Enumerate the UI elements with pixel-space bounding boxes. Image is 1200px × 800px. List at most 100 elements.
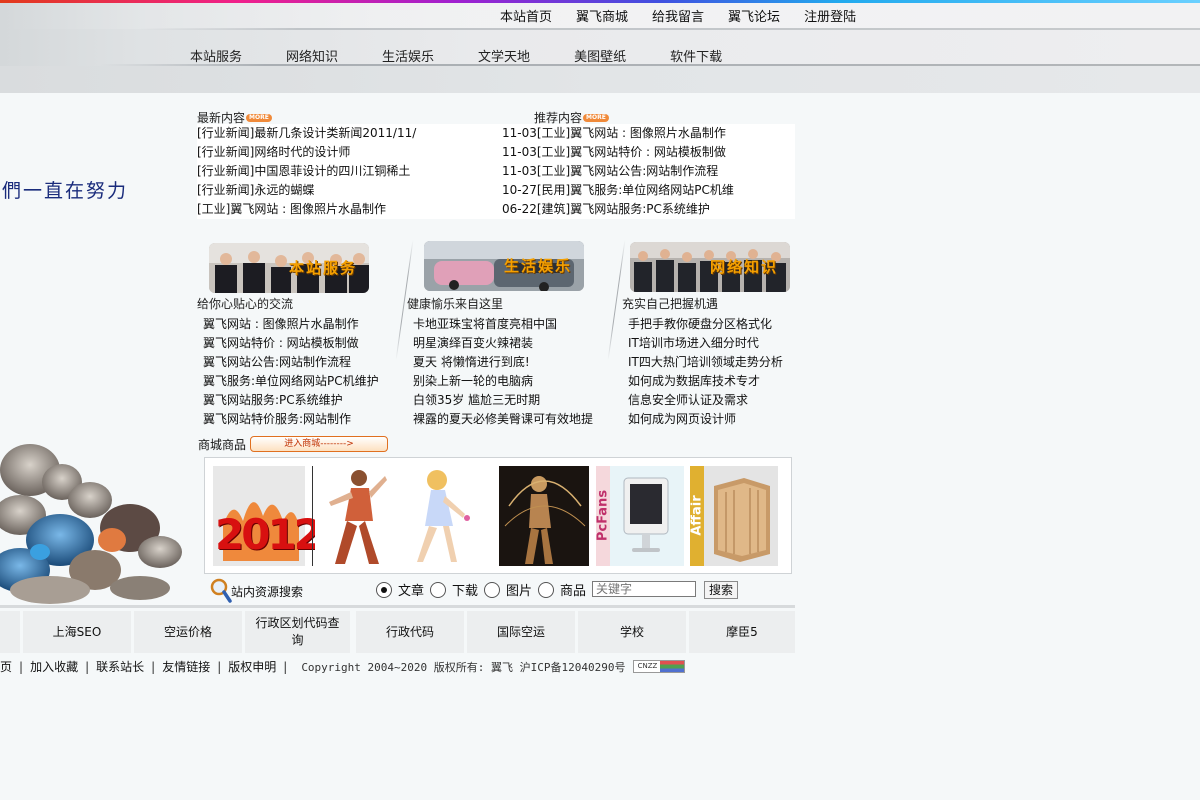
- main-nav-life[interactable]: 生活娱乐: [382, 46, 434, 65]
- slogan-text: 們一直在努力: [2, 180, 129, 202]
- item-title: [民用]翼飞服务:单位网络网站PC机维: [536, 183, 734, 197]
- top-nav-mall[interactable]: 翼飞商城: [576, 6, 628, 25]
- list-item[interactable]: 如何成为数据库技术专才: [628, 372, 783, 391]
- list-item[interactable]: [行业新闻]最新几条设计类新闻2011/11/: [197, 124, 502, 143]
- product-thumb[interactable]: 2012: [213, 466, 323, 566]
- search-input[interactable]: [592, 581, 696, 597]
- category-banner-network[interactable]: 网络知识: [630, 242, 790, 292]
- category-banner-life[interactable]: 生活娱乐: [424, 241, 584, 291]
- friend-link[interactable]: 空运价格: [134, 611, 242, 653]
- item-title: [工业]翼飞网站特价 : 网站模板制做: [536, 145, 726, 159]
- top-nav-register-login[interactable]: 注册登陆: [804, 6, 856, 25]
- thumb-divider: [312, 466, 313, 566]
- list-item[interactable]: [行业新闻]中国恩菲设计的四川江铜稀土: [197, 162, 502, 181]
- item-title: [工业]翼飞网站公告:网站制作流程: [536, 164, 719, 178]
- search-option-image[interactable]: 图片: [484, 580, 532, 599]
- affair-text: Affair: [689, 495, 705, 536]
- product-thumb[interactable]: [499, 466, 589, 566]
- item-date: 10-27: [502, 183, 537, 197]
- footer-separator: |: [85, 659, 90, 674]
- product-thumb[interactable]: [403, 466, 491, 566]
- radio-icon: [538, 581, 554, 598]
- latest-more-button[interactable]: MORE: [246, 113, 272, 122]
- list-item[interactable]: 翼飞网站特价服务:网站制作: [203, 410, 379, 429]
- header-divider: [140, 28, 1200, 30]
- list-item[interactable]: [行业新闻]网络时代的设计师: [197, 143, 502, 162]
- list-item[interactable]: 10-27[民用]翼飞服务:单位网络网站PC机维: [502, 181, 795, 200]
- list-item[interactable]: 翼飞网站服务:PC系统维护: [203, 391, 379, 410]
- item-date: 11-03: [502, 126, 537, 140]
- list-item[interactable]: IT培训市场进入细分时代: [628, 334, 783, 353]
- category-banner-services[interactable]: 本站服务: [209, 243, 369, 293]
- product-thumb[interactable]: [315, 466, 399, 566]
- list-item[interactable]: 翼飞网站特价 : 网站模板制做: [203, 334, 379, 353]
- list-item[interactable]: 如何成为网页设计师: [628, 410, 783, 429]
- main-nav: 本站服务 网络知识 生活娱乐 文学天地 美图壁纸 软件下载: [190, 46, 722, 65]
- top-nav-forum[interactable]: 翼飞论坛: [728, 6, 780, 25]
- cnzz-bars-icon: [660, 661, 685, 672]
- list-item[interactable]: 11-03[工业]翼飞网站特价 : 网站模板制做: [502, 143, 795, 162]
- enter-shop-button[interactable]: 进入商城-------->: [250, 436, 388, 452]
- friend-link[interactable]: 行政代码: [356, 611, 464, 653]
- search-option-download[interactable]: 下载: [430, 580, 478, 599]
- main-nav-wallpaper[interactable]: 美图壁纸: [574, 46, 626, 65]
- list-item[interactable]: IT四大热门培训领域走势分析: [628, 353, 783, 372]
- product-thumb[interactable]: Affair: [690, 466, 778, 566]
- list-item[interactable]: 白领35岁 尴尬三无时期: [413, 391, 593, 410]
- search-button[interactable]: 搜索: [704, 581, 738, 599]
- top-nav: 本站首页 翼飞商城 给我留言 翼飞论坛 注册登陆: [500, 6, 856, 25]
- content-divider: [0, 605, 795, 608]
- main-nav-software[interactable]: 软件下载: [670, 46, 722, 65]
- list-item[interactable]: 明星演绎百变火辣裙装: [413, 334, 593, 353]
- friend-link[interactable]: [0, 611, 20, 653]
- product-gallery: 2012 PcFans Affair: [204, 457, 792, 574]
- footer-link-contact[interactable]: 联系站长: [96, 658, 144, 675]
- list-item[interactable]: 别染上新一轮的电脑病: [413, 372, 593, 391]
- footer-separator: |: [19, 659, 24, 674]
- friend-link[interactable]: 上海SEO: [23, 611, 131, 653]
- list-item[interactable]: 信息安全师认证及需求: [628, 391, 783, 410]
- list-item[interactable]: 11-03[工业]翼飞网站 : 图像照片水晶制作: [502, 124, 795, 143]
- list-item[interactable]: 卡地亚珠宝将首度亮相中国: [413, 315, 593, 334]
- list-item[interactable]: 手把手教你硬盘分区格式化: [628, 315, 783, 334]
- category-subtitle: 给你心贴心的交流: [197, 297, 294, 311]
- main-nav-services[interactable]: 本站服务: [190, 46, 242, 65]
- list-item[interactable]: [工业]翼飞网站 : 图像照片水晶制作: [197, 200, 502, 219]
- friend-link[interactable]: 行政区划代码查询: [245, 611, 350, 653]
- footer-separator: |: [283, 659, 288, 674]
- main-nav-literature[interactable]: 文学天地: [478, 46, 530, 65]
- recommend-list: 11-03[工业]翼飞网站 : 图像照片水晶制作 11-03[工业]翼飞网站特价…: [502, 124, 795, 219]
- recommend-more-button[interactable]: MORE: [583, 113, 609, 122]
- top-nav-guestbook[interactable]: 给我留言: [652, 6, 704, 25]
- footer-link-friends[interactable]: 友情链接: [162, 658, 210, 675]
- list-item[interactable]: 夏天 将懒惰进行到底!: [413, 353, 593, 372]
- search-option-product[interactable]: 商品: [538, 580, 586, 599]
- cnzz-badge[interactable]: CNZZ: [633, 660, 686, 673]
- list-item[interactable]: 翼飞网站公告:网站制作流程: [203, 353, 379, 372]
- list-item[interactable]: 裸露的夏天必修美臀课可有效地提: [413, 410, 593, 429]
- friend-link[interactable]: 国际空运: [467, 611, 575, 653]
- footer-link-favorite[interactable]: 加入收藏: [30, 658, 78, 675]
- list-item[interactable]: [行业新闻]永远的蝴蝶: [197, 181, 502, 200]
- radio-label: 下载: [452, 584, 479, 599]
- item-date: 06-22: [502, 202, 537, 216]
- list-item[interactable]: 11-03[工业]翼飞网站公告:网站制作流程: [502, 162, 795, 181]
- radio-label: 商品: [560, 584, 587, 599]
- list-item[interactable]: 翼飞网站 : 图像照片水晶制作: [203, 315, 379, 334]
- list-item[interactable]: 06-22[建筑]翼飞网站服务:PC系统维护: [502, 200, 795, 219]
- top-nav-home[interactable]: 本站首页: [500, 6, 552, 25]
- friend-link[interactable]: 摩臣5: [689, 611, 795, 653]
- radio-icon: [430, 581, 446, 598]
- list-item[interactable]: 翼飞服务:单位网络网站PC机维护: [203, 372, 379, 391]
- radio-label: 图片: [506, 584, 533, 599]
- radio-label: 文章: [398, 584, 425, 599]
- search-label: 站内资源搜索: [231, 585, 304, 599]
- product-thumb[interactable]: PcFans: [596, 466, 684, 566]
- search-option-article[interactable]: 文章: [376, 580, 424, 599]
- main-nav-network[interactable]: 网络知识: [286, 46, 338, 65]
- item-title: [建筑]翼飞网站服务:PC系统维护: [536, 202, 710, 216]
- footer-link-copyright[interactable]: 版权申明: [228, 658, 276, 675]
- file-folders-image: [704, 466, 778, 566]
- friend-link[interactable]: 学校: [578, 611, 686, 653]
- footer-link-home[interactable]: 页: [0, 658, 12, 675]
